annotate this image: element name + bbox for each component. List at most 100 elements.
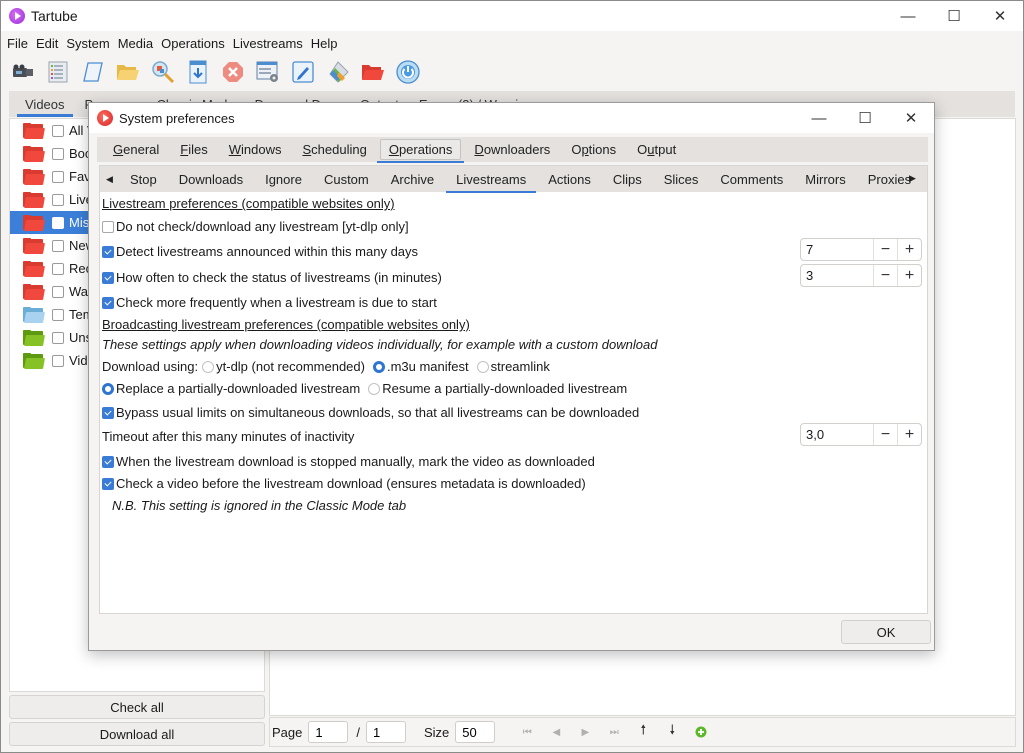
previous-page-icon[interactable]: ◀ [546, 722, 566, 742]
radio-resume-partial[interactable] [368, 382, 381, 395]
check-minutes-spinner[interactable]: 3 − + [800, 264, 922, 287]
subtab-livestreams[interactable]: Livestreams [446, 169, 537, 193]
no-check-option[interactable]: Do not check/download any livestream [yt… [102, 219, 409, 234]
subtab-stop[interactable]: Stop [130, 169, 157, 190]
radio-yt-dlp[interactable] [202, 360, 215, 373]
folder-checkbox[interactable] [52, 331, 64, 344]
check-minutes-decrement[interactable]: − [873, 265, 897, 286]
timeout-increment[interactable]: + [897, 424, 921, 445]
tab-downloaders[interactable]: Downloaders [466, 140, 558, 159]
mark-downloaded-option[interactable]: When the livestream download is stopped … [102, 454, 595, 469]
add-icon[interactable] [691, 722, 711, 742]
subtab-custom[interactable]: Custom [324, 169, 369, 190]
subtab-ignore[interactable]: Ignore [265, 169, 302, 190]
dialog-close-button[interactable]: ✕ [888, 103, 934, 133]
subtab-comments[interactable]: Comments [720, 169, 783, 190]
power-icon[interactable] [394, 58, 422, 86]
menu-edit[interactable]: Edit [32, 36, 62, 51]
folder-checkbox[interactable] [52, 216, 64, 229]
folder-checkbox[interactable] [52, 262, 64, 275]
folder-checkbox[interactable] [52, 170, 64, 183]
page-input[interactable] [308, 721, 349, 743]
folder-checkbox[interactable] [52, 285, 64, 298]
mark-downloaded-checkbox[interactable] [102, 455, 114, 468]
check-minutes-checkbox[interactable] [102, 271, 114, 284]
check-frequent-option[interactable]: Check more frequently when a livestream … [102, 295, 437, 310]
check-minutes-increment[interactable]: + [897, 265, 921, 286]
next-page-icon[interactable]: ▶ [575, 722, 595, 742]
scroll-up-icon[interactable]: 🠕 [633, 722, 653, 742]
tab-general[interactable]: General [105, 140, 167, 159]
menu-operations[interactable]: Operations [157, 36, 229, 51]
detect-days-increment[interactable]: + [897, 239, 921, 260]
scroll-left-icon[interactable]: ◀ [106, 174, 122, 185]
bypass-limits-checkbox[interactable] [102, 406, 114, 419]
edit-pencil-icon[interactable] [289, 58, 317, 86]
check-frequent-checkbox[interactable] [102, 296, 114, 309]
menu-system[interactable]: System [62, 36, 113, 51]
page-size-input[interactable] [455, 721, 496, 743]
detect-days-spinner[interactable]: 7 − + [800, 238, 922, 261]
tab-videos[interactable]: Videos [15, 93, 75, 117]
menu-media[interactable]: Media [114, 36, 157, 51]
detect-days-checkbox[interactable] [102, 245, 114, 258]
tab-windows[interactable]: Windows [221, 140, 290, 159]
ok-button[interactable]: OK [841, 620, 931, 644]
minimize-button[interactable]: — [885, 1, 931, 31]
folder-checkbox[interactable] [52, 124, 64, 137]
radio-replace-partial[interactable] [102, 382, 114, 395]
detect-days-value[interactable]: 7 [801, 239, 873, 260]
maximize-button[interactable]: ☐ [931, 1, 977, 31]
timeout-spinner[interactable]: 3,0 − + [800, 423, 922, 446]
folder-open-icon[interactable] [114, 58, 142, 86]
check-minutes-value[interactable]: 3 [801, 265, 873, 286]
list-icon[interactable] [44, 58, 72, 86]
download-all-button[interactable]: Download all [9, 722, 265, 746]
radio-m3u-manifest[interactable] [372, 360, 385, 373]
check-minutes-option[interactable]: How often to check the status of livestr… [102, 270, 442, 285]
first-page-icon[interactable]: ⏮ [517, 722, 537, 742]
folder-checkbox[interactable] [52, 354, 64, 367]
tab-operations[interactable]: Operations [376, 139, 465, 163]
folder-checkbox[interactable] [52, 193, 64, 206]
settings-list-icon[interactable] [254, 58, 282, 86]
timeout-value[interactable]: 3,0 [801, 424, 873, 445]
menu-livestreams[interactable]: Livestreams [229, 36, 307, 51]
folder-checkbox[interactable] [52, 239, 64, 252]
detect-days-decrement[interactable]: − [873, 239, 897, 260]
subtab-clips[interactable]: Clips [613, 169, 642, 190]
check-before-option[interactable]: Check a video before the livestream down… [102, 476, 586, 491]
menu-help[interactable]: Help [307, 36, 342, 51]
subtab-actions[interactable]: Actions [548, 169, 591, 190]
subtab-slices[interactable]: Slices [664, 169, 699, 190]
menu-file[interactable]: File [3, 36, 32, 51]
tab-files[interactable]: Files [172, 140, 215, 159]
radio-streamlink[interactable] [476, 360, 489, 373]
scroll-icon[interactable] [79, 58, 107, 86]
bypass-limits-option[interactable]: Bypass usual limits on simultaneous down… [102, 405, 639, 420]
no-check-checkbox[interactable] [102, 220, 114, 233]
tab-output[interactable]: Output [629, 140, 684, 159]
scroll-right-icon[interactable]: ▶ [909, 173, 925, 184]
subtab-archive[interactable]: Archive [391, 169, 434, 190]
magnifier-icon[interactable] [149, 58, 177, 86]
folder-checkbox[interactable] [52, 308, 64, 321]
folder-checkbox[interactable] [52, 147, 64, 160]
close-button[interactable]: ✕ [977, 1, 1023, 31]
tab-scheduling[interactable]: Scheduling [294, 140, 374, 159]
red-folder-icon[interactable] [359, 58, 387, 86]
tags-icon[interactable] [324, 58, 352, 86]
check-before-checkbox[interactable] [102, 477, 114, 490]
download-icon[interactable] [184, 58, 212, 86]
timeout-decrement[interactable]: − [873, 424, 897, 445]
subtab-proxies[interactable]: Proxies [868, 169, 911, 190]
tab-options[interactable]: Options [563, 140, 624, 159]
dialog-maximize-button[interactable]: ☐ [842, 103, 888, 133]
stop-icon[interactable] [219, 58, 247, 86]
subtab-downloads[interactable]: Downloads [179, 169, 243, 190]
dialog-minimize-button[interactable]: — [796, 103, 842, 133]
subtab-mirrors[interactable]: Mirrors [805, 169, 845, 190]
detect-days-option[interactable]: Detect livestreams announced within this… [102, 244, 418, 259]
check-all-button[interactable]: Check all [9, 695, 265, 719]
video-camera-icon[interactable] [9, 58, 37, 86]
